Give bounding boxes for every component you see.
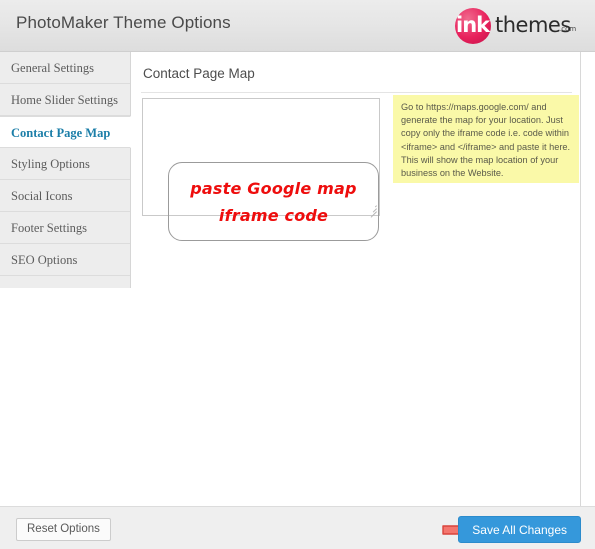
save-all-changes-button[interactable]: Save All Changes (458, 516, 581, 543)
help-note: Go to https://maps.google.com/ and gener… (393, 95, 579, 183)
sidebar-item-label: Styling Options (11, 157, 90, 171)
settings-content-panel: Contact Page Map paste Google map iframe… (131, 52, 581, 506)
map-iframe-textarea[interactable]: paste Google map iframe code (142, 98, 380, 241)
content-right-filler (581, 52, 595, 506)
sidebar-item-label: SEO Options (11, 253, 78, 267)
settings-sidebar: General Settings Home Slider Settings Co… (0, 52, 131, 288)
theme-options-window: PhotoMaker Theme Options ink themes .com… (0, 0, 595, 549)
textarea-resize-handle-icon[interactable] (368, 204, 377, 218)
section-divider (141, 92, 572, 93)
annotation-line-1: paste Google map (190, 179, 357, 198)
logo-tld-text: .com (559, 25, 577, 33)
sidebar-item-label: Footer Settings (11, 221, 88, 235)
sidebar-item-social-icons[interactable]: Social Icons (0, 180, 130, 212)
reset-options-button[interactable]: Reset Options (16, 518, 111, 541)
logo-ink-text: ink (456, 13, 490, 37)
sidebar-item-general-settings[interactable]: General Settings (0, 52, 130, 84)
sidebar-item-styling-options[interactable]: Styling Options (0, 148, 130, 180)
help-note-text: Go to https://maps.google.com/ and gener… (401, 102, 571, 179)
sidebar-item-label: General Settings (11, 61, 94, 75)
sidebar-item-contact-page-map[interactable]: Contact Page Map (0, 116, 131, 148)
annotation-line-2: iframe code (218, 206, 329, 225)
sidebar-item-label: Social Icons (11, 189, 73, 203)
section-title: Contact Page Map (143, 66, 255, 81)
sidebar-item-home-slider-settings[interactable]: Home Slider Settings (0, 84, 130, 116)
page-title: PhotoMaker Theme Options (16, 13, 231, 32)
inkthemes-logo: ink themes .com (455, 6, 577, 46)
sidebar-item-footer-settings[interactable]: Footer Settings (0, 212, 130, 244)
app-header: PhotoMaker Theme Options ink themes .com (0, 0, 595, 52)
action-footer: Reset Options Save All Changes (0, 506, 595, 549)
sidebar-item-label: Contact Page Map (11, 126, 111, 140)
sidebar-item-label: Home Slider Settings (11, 93, 118, 107)
sidebar-item-seo-options[interactable]: SEO Options (0, 244, 130, 276)
annotation-callout-box: paste Google map iframe code (168, 162, 379, 241)
